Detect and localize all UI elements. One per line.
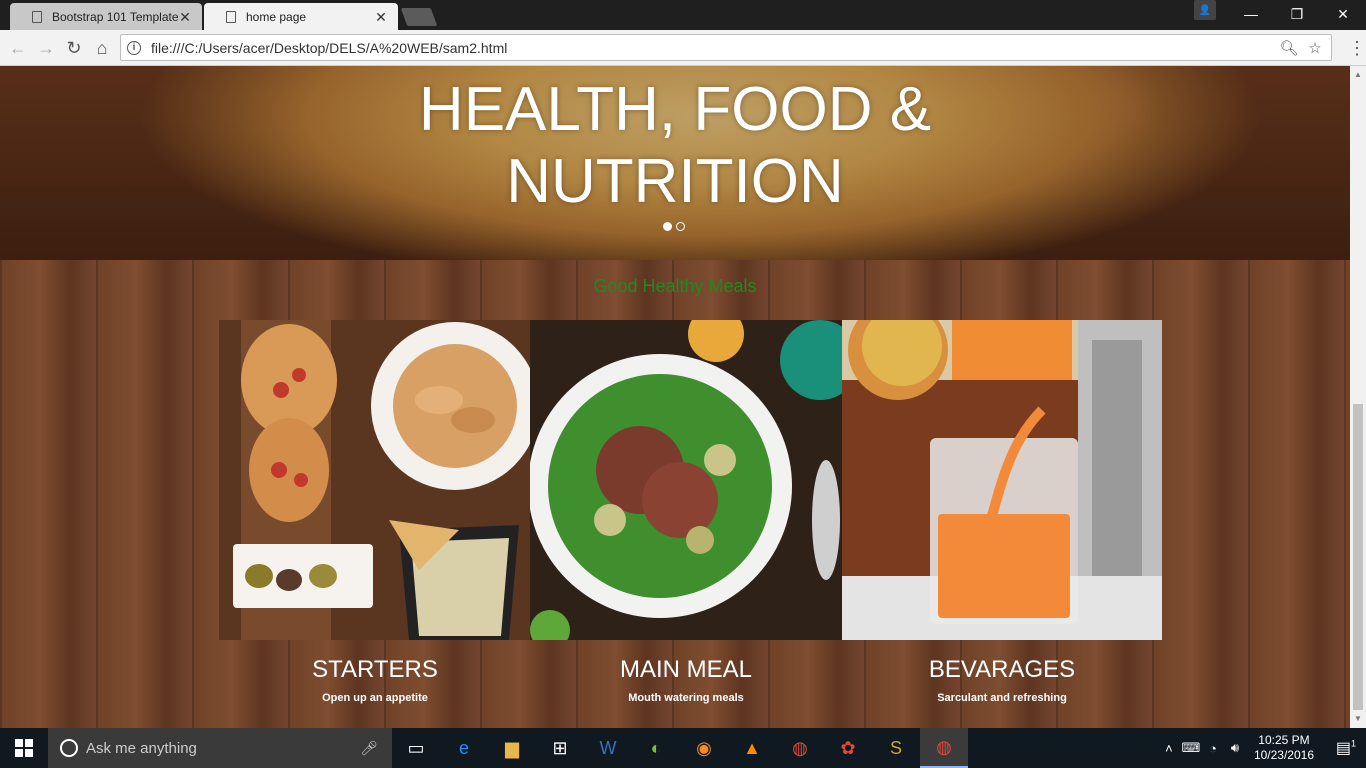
scrollbar-thumb[interactable]: [1353, 404, 1363, 710]
card-subtitle: Sarculant and refreshing: [937, 692, 1067, 704]
close-tab-icon[interactable]: ✕: [178, 10, 192, 24]
store-icon[interactable]: ⊞: [536, 728, 584, 768]
word-icon[interactable]: W: [584, 728, 632, 768]
url-text[interactable]: file:///C:/Users/acer/Desktop/DELS/A%20W…: [151, 40, 1273, 56]
cortana-search-box[interactable]: Ask me anything 🎤︎: [48, 728, 392, 768]
paint-icon[interactable]: ◐: [632, 728, 680, 768]
tab-title: Bootstrap 101 Template: [52, 9, 178, 24]
clock-time: 10:25 PM: [1258, 733, 1310, 747]
sublime-icon[interactable]: S: [872, 728, 920, 768]
chrome-active-icon[interactable]: ◍: [920, 728, 968, 768]
cortana-icon: [60, 739, 78, 757]
system-tray: ˄ ⌨ ◔ 🔊︎ 10:25 PM 10/23/2016 ▤1: [1158, 728, 1366, 768]
tab-title: home page: [246, 9, 307, 24]
section-title: Good Healthy Meals: [593, 276, 757, 296]
card-title: MAIN MEAL: [619, 656, 753, 683]
maximize-button[interactable]: ❐: [1274, 0, 1320, 28]
windows-logo-icon: [15, 739, 33, 757]
document-icon: [226, 10, 236, 23]
meals-section: Good Healthy Meals STARTERS Open up an a…: [0, 260, 1350, 728]
task-view-icon[interactable]: ▭: [392, 728, 440, 768]
carousel-indicator-1[interactable]: [663, 222, 672, 231]
starters-photo: [219, 320, 531, 640]
chevron-up-icon[interactable]: ˄: [1158, 741, 1180, 756]
profile-icon[interactable]: 👤: [1194, 0, 1216, 20]
app-icon[interactable]: ✿: [824, 728, 872, 768]
card-bevarages[interactable]: BEVARAGES Sarculant and refreshing: [842, 320, 1162, 704]
reload-button[interactable]: ↻: [62, 36, 86, 60]
bevarages-photo: [842, 320, 1162, 640]
new-tab-button[interactable]: [400, 8, 438, 26]
page-viewport: HEALTH, FOOD & NUTRITION Good Healthy Me…: [0, 66, 1350, 728]
keyboard-icon[interactable]: ⌨: [1180, 740, 1202, 756]
forward-button[interactable]: →: [34, 36, 58, 60]
browser-menu-button[interactable]: ⋮: [1348, 39, 1366, 58]
hero-carousel: HEALTH, FOOD & NUTRITION: [0, 66, 1350, 260]
chrome-icon[interactable]: ◍: [776, 728, 824, 768]
browser-toolbar: ← → ↻ ⌂ i file:///C:/Users/acer/Desktop/…: [0, 30, 1366, 66]
page-scrollbar[interactable]: ▲ ▼: [1350, 66, 1366, 728]
main-meal-photo: [530, 320, 842, 640]
edge-icon[interactable]: e: [440, 728, 488, 768]
card-main-meal[interactable]: MAIN MEAL Mouth watering meals: [530, 320, 842, 704]
scroll-up-arrow-icon[interactable]: ▲: [1353, 70, 1363, 80]
card-title: STARTERS: [312, 656, 438, 683]
file-explorer-icon[interactable]: ▆: [488, 728, 536, 768]
microphone-icon[interactable]: 🎤︎: [360, 740, 378, 757]
action-center-icon[interactable]: ▤1: [1326, 738, 1366, 758]
search-placeholder: Ask me anything: [86, 739, 197, 757]
zoom-icon[interactable]: 🔍︎: [1279, 39, 1299, 57]
minimize-button[interactable]: —: [1228, 0, 1274, 28]
card-subtitle: Mouth watering meals: [628, 692, 744, 704]
tab-bootstrap-template[interactable]: Bootstrap 101 Template ✕: [10, 3, 202, 30]
info-icon[interactable]: i: [127, 40, 141, 55]
start-button[interactable]: [0, 728, 48, 768]
bookmark-star-icon[interactable]: ☆: [1305, 39, 1325, 57]
vlc-icon[interactable]: ▲: [728, 728, 776, 768]
carousel-indicator-2[interactable]: [676, 222, 685, 231]
hero-title-line1: HEALTH, FOOD &: [418, 75, 932, 144]
carousel-indicators: [663, 222, 685, 231]
hero-title: HEALTH, FOOD & NUTRITION: [0, 74, 1350, 218]
document-icon: [32, 10, 42, 23]
address-bar[interactable]: i file:///C:/Users/acer/Desktop/DELS/A%2…: [120, 34, 1332, 61]
browser-tab-strip: Bootstrap 101 Template ✕ home page ✕ 👤 —…: [0, 0, 1366, 30]
firefox-icon[interactable]: ◉: [680, 728, 728, 768]
card-subtitle: Open up an appetite: [322, 692, 428, 704]
tab-home-page[interactable]: home page ✕: [204, 3, 398, 30]
notification-count: 1: [1351, 738, 1357, 749]
home-button[interactable]: ⌂: [90, 36, 114, 60]
window-controls: 👤 — ❐ ✕: [1182, 0, 1366, 28]
close-window-button[interactable]: ✕: [1320, 0, 1366, 28]
wifi-icon[interactable]: ◔: [1202, 741, 1224, 756]
volume-icon[interactable]: 🔊︎: [1224, 740, 1246, 756]
card-starters[interactable]: STARTERS Open up an appetite: [219, 320, 531, 704]
clock[interactable]: 10:25 PM 10/23/2016: [1254, 733, 1314, 763]
back-button[interactable]: ←: [6, 36, 30, 60]
card-title: BEVARAGES: [928, 656, 1076, 683]
close-tab-icon[interactable]: ✕: [374, 10, 388, 24]
clock-date: 10/23/2016: [1253, 748, 1314, 762]
windows-taskbar: Ask me anything 🎤︎ ▭ e ▆ ⊞ W ◐ ◉ ▲ ◍ ✿ S…: [0, 728, 1366, 768]
hero-title-line2: NUTRITION: [506, 147, 844, 216]
scroll-down-arrow-icon[interactable]: ▼: [1353, 714, 1363, 724]
